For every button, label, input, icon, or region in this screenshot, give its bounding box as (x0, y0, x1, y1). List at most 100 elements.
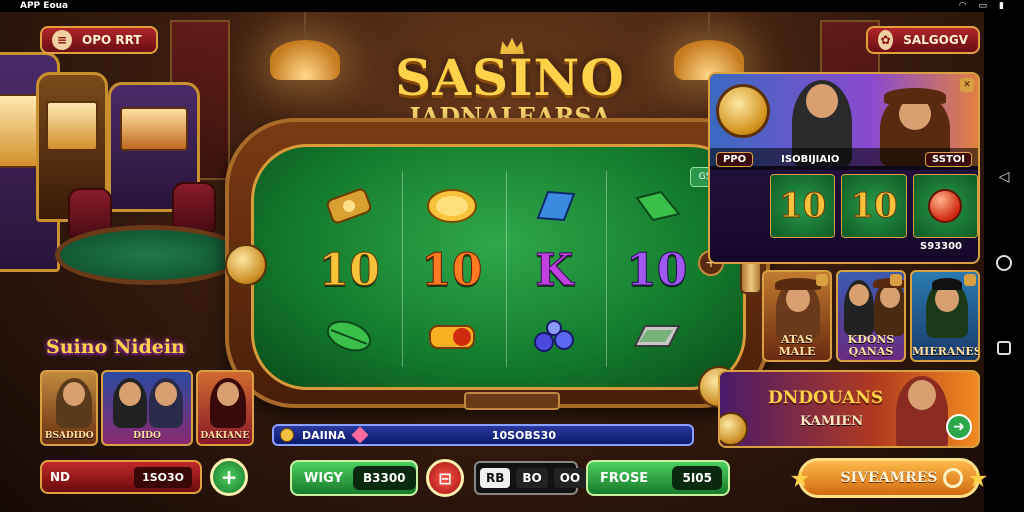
reel-cell: 10 (606, 238, 709, 303)
mini-c: OO (553, 468, 587, 488)
card-label: DIDO (133, 431, 161, 441)
person-avatar (113, 378, 148, 428)
side-table (55, 225, 245, 285)
wifi-icon: ◠ (958, 1, 967, 11)
spin-ring-icon (943, 468, 963, 488)
reel-cell: 10 (401, 238, 504, 303)
leaf-icon (327, 320, 372, 352)
bet-field[interactable]: ND 1SO3O (40, 460, 202, 494)
symbol-ten: 10 (626, 245, 688, 297)
person-avatar (775, 278, 821, 340)
minus-button[interactable]: ⊟ (426, 459, 464, 497)
win-value: B3300 (352, 466, 416, 490)
coin-icon (716, 84, 770, 138)
card-badge (890, 274, 902, 286)
person-avatar (56, 378, 92, 428)
character-card[interactable]: KDONS QANAS (836, 270, 906, 362)
person-avatar (896, 376, 948, 446)
bet-value: 1SO3O (134, 466, 192, 488)
close-icon[interactable]: ✕ (960, 78, 974, 92)
blue-card-icon (536, 190, 576, 221)
reel-cell (298, 304, 401, 369)
reel-grid: 10 10 K 10 (298, 173, 708, 369)
bet-label: ND (50, 470, 71, 484)
ruby-icon (928, 189, 963, 223)
strip-amount: 10SOBS30 (491, 428, 556, 442)
person-avatar (149, 378, 184, 428)
feature-panel[interactable]: PPO ISOBIJIAIO SSTOI ✕ 10 10 S93300 (708, 72, 980, 264)
balance-strip: DAIINA 10SOBS30 (272, 424, 694, 446)
menu-button[interactable]: ≡ OPO RRT (40, 26, 158, 54)
menu-icon: ≡ (52, 30, 72, 50)
system-nav-bar: ◁ (984, 12, 1024, 512)
character-card[interactable]: MIERANES (910, 270, 980, 362)
promo-banner[interactable]: DNDOUANS KAMIEN ➜ (718, 370, 980, 448)
status-bar: APP Eoua ◠ ▭ ▮ (0, 0, 1024, 12)
reel-cell (503, 173, 606, 238)
reel-cell (503, 304, 606, 369)
tag-right: SSTOI (925, 151, 972, 167)
reel-cell (606, 304, 709, 369)
character-card[interactable]: BSADIDO (40, 370, 99, 446)
red-bar-icon (428, 325, 475, 350)
free-value: 5I05 (672, 466, 722, 490)
arrow-right-icon[interactable]: ➜ (946, 414, 972, 440)
spin-button[interactable]: SIVEAMRES (798, 458, 980, 498)
card-label: KDONS QANAS (847, 333, 895, 358)
person-avatar (209, 378, 246, 428)
symbol-king: K (535, 245, 574, 297)
gift-icon: ✿ (878, 30, 894, 50)
reel-cell: K (503, 238, 606, 303)
recents-icon[interactable] (997, 341, 1011, 355)
plus-button[interactable]: + (210, 458, 248, 496)
card-label: ATAS MALE (778, 333, 816, 358)
reel-cell: 10 (298, 238, 401, 303)
mini-selector[interactable]: RB BO OO (474, 461, 587, 495)
blue-gems-icon (534, 320, 575, 353)
win-label: WIGY (304, 470, 343, 486)
signal-icon: ▮ (999, 1, 1004, 11)
coin-icon (280, 428, 294, 442)
win-field[interactable]: WIGY B3300 (290, 460, 418, 496)
gift-button[interactable]: ✿ SALGOGV (866, 26, 980, 54)
spin-label: SIVEAMRES (840, 470, 938, 486)
reel-cell (298, 173, 401, 238)
home-icon[interactable] (996, 255, 1012, 271)
table-felt: 10 10 K 10 G5 (251, 144, 746, 390)
card-slot (464, 392, 560, 410)
strip-label: DAIINA (302, 428, 346, 442)
back-icon[interactable]: ◁ (999, 169, 1010, 185)
card-badge (816, 274, 828, 286)
character-card[interactable]: ATAS MALE (762, 270, 832, 362)
person-avatar (873, 278, 904, 336)
left-coin (225, 244, 267, 286)
left-promo-title: Suino Nidein (46, 336, 185, 358)
green-card-icon (635, 190, 681, 221)
symbol-ten: 10 (318, 245, 380, 297)
cash-stack-icon (633, 325, 681, 348)
mini-a: RB (480, 468, 511, 488)
menu-label: OPO RRT (82, 33, 142, 47)
panel-tags: PPO ISOBIJIAIO SSTOI (710, 148, 978, 170)
reel-cell (401, 304, 504, 369)
battery-icon: ▭ (978, 1, 988, 11)
cash-icon (327, 188, 372, 224)
character-card[interactable]: DAKIANE (195, 370, 254, 446)
app-name: APP Eoua (20, 1, 69, 11)
card-label: MIERANES (912, 345, 980, 358)
panel-value: 10 (841, 174, 907, 238)
free-spins-field[interactable]: FROSE 5I05 (586, 460, 730, 496)
gem-icon (351, 426, 369, 444)
promo-subtitle: KAMIEN (800, 414, 864, 429)
gift-label: SALGOGV (903, 33, 968, 47)
person-avatar (844, 280, 874, 336)
panel-total: S93300 (920, 241, 962, 252)
left-character-cards: BSADIDO DIDO DAKIANE (40, 370, 254, 446)
card-label: DAKIANE (200, 431, 250, 441)
gold-coin-icon (426, 188, 477, 223)
promo-title: DNDOUANS (768, 388, 884, 408)
character-card[interactable]: DIDO (101, 370, 193, 446)
character-cards: ATAS MALE KDONS QANAS MIERANES (762, 270, 980, 362)
person-avatar (926, 278, 968, 338)
tag-mid: ISOBIJIAIO (781, 153, 840, 165)
